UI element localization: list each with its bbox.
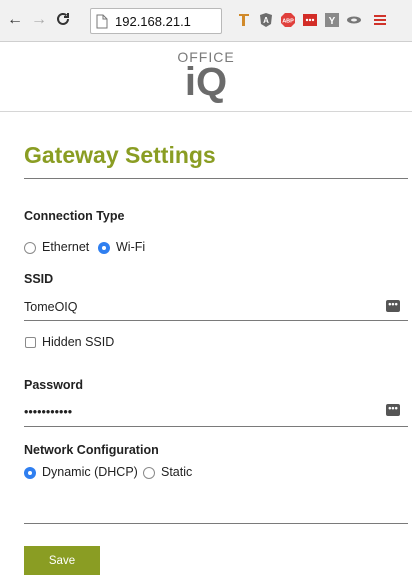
ethernet-radio[interactable] bbox=[24, 242, 36, 254]
page-icon bbox=[96, 14, 108, 34]
wifi-radio[interactable] bbox=[98, 242, 110, 254]
network-configuration-label: Network Configuration bbox=[24, 443, 159, 457]
cast-icon[interactable] bbox=[346, 12, 362, 28]
hidden-ssid-checkbox[interactable] bbox=[25, 337, 36, 348]
password-field[interactable]: ••••••••••• bbox=[24, 405, 72, 419]
password-underline bbox=[24, 426, 408, 427]
page-title: Gateway Settings bbox=[24, 142, 216, 168]
forward-arrow-icon[interactable]: → bbox=[30, 11, 48, 29]
static-radio-label[interactable]: Static bbox=[161, 465, 192, 479]
connection-type-label: Connection Type bbox=[24, 209, 125, 223]
svg-text:Y: Y bbox=[329, 16, 336, 27]
address-url: 192.168.21.1 bbox=[115, 14, 191, 29]
back-arrow-icon[interactable]: ← bbox=[6, 11, 24, 29]
menu-icon[interactable] bbox=[372, 12, 388, 28]
hidden-ssid-label[interactable]: Hidden SSID bbox=[42, 335, 114, 349]
dhcp-radio-label[interactable]: Dynamic (DHCP) bbox=[42, 465, 138, 479]
title-divider bbox=[24, 178, 408, 179]
logo-iq-text: iQ bbox=[184, 60, 228, 104]
static-radio[interactable] bbox=[143, 467, 155, 479]
lastpass-icon[interactable] bbox=[302, 12, 318, 28]
svg-text:A: A bbox=[263, 16, 269, 25]
section-divider bbox=[24, 523, 408, 524]
browser-toolbar: ← → 192.168.21.1 A ABP Y bbox=[0, 0, 412, 42]
password-manager-key-icon[interactable]: ••• bbox=[386, 404, 400, 416]
ssid-label: SSID bbox=[24, 272, 54, 286]
reload-icon[interactable] bbox=[54, 11, 72, 29]
ethernet-radio-label[interactable]: Ethernet bbox=[42, 240, 89, 254]
ssid-underline bbox=[24, 320, 408, 321]
y-extension-icon[interactable]: Y bbox=[324, 12, 340, 28]
dhcp-radio[interactable] bbox=[24, 467, 36, 479]
header-divider bbox=[0, 111, 412, 112]
tag-extension-icon[interactable] bbox=[236, 12, 252, 28]
save-button[interactable]: Save bbox=[24, 546, 100, 575]
office-iq-logo: OFFICE iQ bbox=[150, 50, 262, 106]
password-label: Password bbox=[24, 378, 84, 392]
ssid-field[interactable]: TomeOIQ bbox=[24, 300, 78, 314]
angular-extension-icon[interactable]: A bbox=[258, 12, 274, 28]
password-manager-key-icon[interactable]: ••• bbox=[386, 300, 400, 312]
wifi-radio-label[interactable]: Wi-Fi bbox=[116, 240, 145, 254]
svg-text:ABP: ABP bbox=[282, 19, 294, 25]
address-bar[interactable]: 192.168.21.1 bbox=[90, 8, 222, 34]
adblock-plus-icon[interactable]: ABP bbox=[280, 12, 296, 28]
